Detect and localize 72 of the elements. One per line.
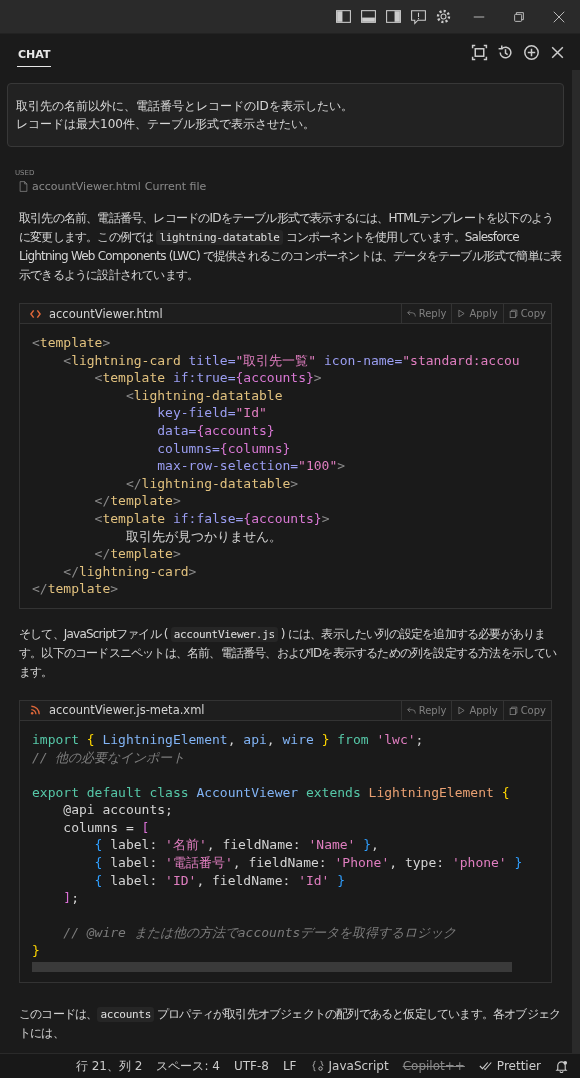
code-line: <lightning-card title="取引先一覧" icon-name="standard:accou bbox=[62, 351, 521, 370]
history-icon[interactable] bbox=[497, 43, 514, 61]
code-line: columns = [ bbox=[62, 818, 151, 837]
code-action-button[interactable]: Copy bbox=[502, 304, 551, 323]
close-icon[interactable] bbox=[552, 9, 566, 24]
code-line: { label: '電話番号', fieldName: 'Phone', type: 'phone' } bbox=[93, 854, 524, 872]
code-line: <template> bbox=[32, 334, 112, 352]
settings-icon[interactable] bbox=[435, 8, 452, 25]
code-filename: accountViewer.js-meta.xml bbox=[49, 703, 205, 718]
sidebar-right-icon[interactable] bbox=[385, 8, 402, 25]
code-line: </lightning-card> bbox=[62, 562, 198, 581]
new-chat-icon[interactable] bbox=[523, 43, 540, 61]
code-line: data={accounts} bbox=[156, 421, 276, 440]
reply-arrow-icon bbox=[406, 705, 416, 715]
code-line: </template> bbox=[93, 492, 182, 510]
status-item[interactable]: Copilot++ bbox=[402, 1059, 465, 1073]
chat-tab[interactable]: CHAT bbox=[17, 41, 52, 67]
code-line: columns={columns} bbox=[156, 439, 292, 458]
code-action-button[interactable]: Reply bbox=[400, 700, 452, 720]
feed-file-icon bbox=[30, 705, 41, 716]
code-line: </template> bbox=[32, 580, 120, 598]
feedback-icon[interactable] bbox=[410, 8, 427, 25]
braces-icon bbox=[310, 1060, 325, 1072]
code-filename: accountViewer.html bbox=[49, 306, 163, 321]
copy-icon bbox=[508, 705, 518, 715]
restore-icon[interactable] bbox=[512, 9, 526, 24]
copy-icon bbox=[508, 309, 518, 318]
code-action-button[interactable]: Copy bbox=[502, 700, 551, 720]
code-line: // 他の必要なインポート bbox=[32, 748, 187, 767]
language-status[interactable]: JavaScript bbox=[310, 1059, 389, 1073]
code-line: <lightning-datatable bbox=[124, 386, 284, 405]
code-line: </lightning-datatable> bbox=[124, 474, 300, 493]
user-message-text: レコードは最大100件、テーブル形式で表示させたい。 bbox=[16, 116, 316, 133]
code-line: </template> bbox=[93, 545, 182, 563]
file-note: Current file bbox=[144, 180, 207, 193]
play-icon bbox=[457, 309, 467, 318]
file-icon bbox=[19, 181, 28, 192]
code-line: // @wire または他の方法でaccountsデータを取得するロジック bbox=[62, 924, 458, 943]
code-line: key-field="Id" bbox=[156, 404, 268, 422]
code-line: ]; bbox=[62, 889, 80, 907]
code-line: { label: 'ID', fieldName: 'Id' } bbox=[93, 871, 347, 890]
code-file-icon bbox=[30, 308, 41, 319]
play-icon bbox=[457, 705, 467, 715]
status-item[interactable]: UTF-8 bbox=[233, 1059, 269, 1073]
paragraph: 取引先の名前、電話番号、レコードのIDをテーブル形式で表示するには、HTMLテンプレートを以下のように変更します。この例では lightning-datatable コンポーネントを使用しています。Salesforce Lightning Web Components (LWC) で提供されるこのコンポーネントは、データをテーブル形式で簡単に表示できるように設計されています。 bbox=[19, 210, 562, 284]
status-item[interactable]: LF bbox=[282, 1059, 297, 1073]
formatter-status[interactable]: Prettier bbox=[478, 1059, 541, 1073]
horizontal-scrollbar[interactable] bbox=[32, 961, 512, 972]
paragraph: そして、JavaScriptファイル ( accountViewer.js ) には、表示したい列の設定を追加する必要があります。以下のコードスニペットは、名前、電話番号、およびIDを表示するための列を設定する方法を示しています。 bbox=[19, 625, 558, 681]
status-item[interactable]: スペース: 4 bbox=[156, 1057, 220, 1075]
code-line: { label: '名前', fieldName: 'Name' }, bbox=[93, 836, 380, 855]
notification-bell-icon[interactable] bbox=[555, 1059, 568, 1073]
sidebar-left-icon[interactable] bbox=[335, 8, 352, 25]
double-check-icon bbox=[478, 1060, 493, 1072]
code-action-button[interactable]: Apply bbox=[451, 304, 503, 323]
code-line: 取引先が見つかりません。 bbox=[124, 527, 283, 546]
user-message-text: 取引先の名前以外に、電話番号とレコードのIDを表示したい。 bbox=[16, 98, 354, 115]
code-line: max-row-selection="100"> bbox=[156, 457, 347, 475]
paragraph: このコードは、 accounts プロパティが取引先オブジェクトの配列であると仮定しています。各オブジェクトには、 bbox=[19, 1005, 562, 1042]
code-line: } bbox=[32, 942, 41, 960]
code-action-button[interactable]: Apply bbox=[451, 700, 503, 720]
reply-arrow-icon bbox=[406, 309, 416, 318]
code-action-button[interactable]: Reply bbox=[400, 304, 452, 323]
code-line: export default class AccountViewer extends LightningElement { bbox=[32, 783, 511, 802]
code-line: <template if:true={accounts}> bbox=[93, 369, 323, 387]
code-line: @api accounts; bbox=[62, 801, 174, 819]
code-line: <template if:false={accounts}> bbox=[93, 509, 331, 528]
panel-bottom-icon[interactable] bbox=[360, 8, 377, 25]
code-line: import { LightningElement, api, wire } from 'lwc'; bbox=[32, 730, 425, 749]
file-reference[interactable]: accountViewer.html bbox=[32, 180, 141, 193]
maximize-icon[interactable] bbox=[471, 43, 488, 61]
status-item[interactable]: 行 21、列 2 bbox=[75, 1057, 143, 1075]
